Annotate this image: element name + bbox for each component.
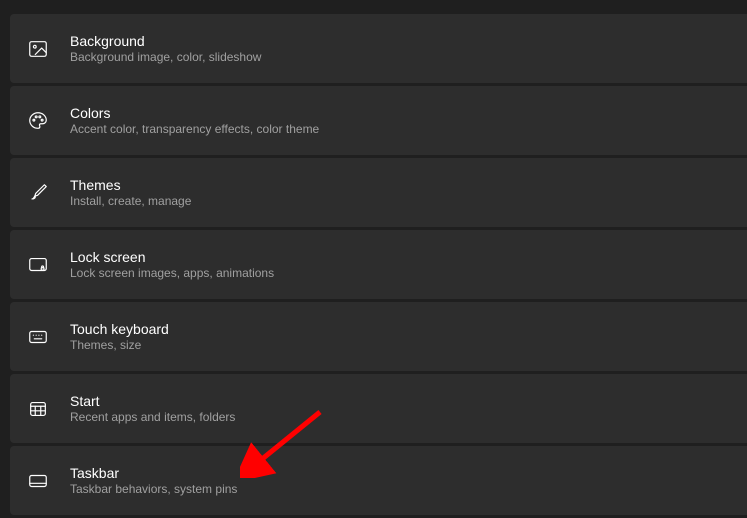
lock-screen-icon — [26, 253, 50, 277]
picture-icon — [26, 37, 50, 61]
settings-item-text: Lock screen Lock screen images, apps, an… — [70, 248, 274, 282]
settings-item-title: Themes — [70, 176, 191, 194]
settings-item-title: Colors — [70, 104, 319, 122]
settings-item-text: Background Background image, color, slid… — [70, 32, 261, 66]
settings-item-colors[interactable]: Colors Accent color, transparency effect… — [10, 86, 747, 155]
settings-item-touch-keyboard[interactable]: Touch keyboard Themes, size — [10, 302, 747, 371]
palette-icon — [26, 109, 50, 133]
keyboard-icon — [26, 325, 50, 349]
settings-item-themes[interactable]: Themes Install, create, manage — [10, 158, 747, 227]
settings-item-subtitle: Lock screen images, apps, animations — [70, 266, 274, 282]
settings-item-lock-screen[interactable]: Lock screen Lock screen images, apps, an… — [10, 230, 747, 299]
settings-item-subtitle: Background image, color, slideshow — [70, 50, 261, 66]
settings-item-subtitle: Accent color, transparency effects, colo… — [70, 122, 319, 138]
settings-item-subtitle: Taskbar behaviors, system pins — [70, 482, 237, 498]
settings-item-background[interactable]: Background Background image, color, slid… — [10, 14, 747, 83]
taskbar-icon — [26, 469, 50, 493]
settings-item-start[interactable]: Start Recent apps and items, folders — [10, 374, 747, 443]
settings-item-subtitle: Themes, size — [70, 338, 169, 354]
settings-item-text: Colors Accent color, transparency effect… — [70, 104, 319, 138]
settings-item-text: Themes Install, create, manage — [70, 176, 191, 210]
settings-item-text: Taskbar Taskbar behaviors, system pins — [70, 464, 237, 498]
settings-item-subtitle: Recent apps and items, folders — [70, 410, 235, 426]
start-grid-icon — [26, 397, 50, 421]
settings-item-subtitle: Install, create, manage — [70, 194, 191, 210]
personalization-settings-list: Background Background image, color, slid… — [0, 0, 747, 515]
settings-item-text: Start Recent apps and items, folders — [70, 392, 235, 426]
settings-item-title: Start — [70, 392, 235, 410]
settings-item-text: Touch keyboard Themes, size — [70, 320, 169, 354]
settings-item-taskbar[interactable]: Taskbar Taskbar behaviors, system pins — [10, 446, 747, 515]
settings-item-title: Background — [70, 32, 261, 50]
settings-item-title: Lock screen — [70, 248, 274, 266]
paintbrush-icon — [26, 181, 50, 205]
settings-item-title: Taskbar — [70, 464, 237, 482]
settings-item-title: Touch keyboard — [70, 320, 169, 338]
